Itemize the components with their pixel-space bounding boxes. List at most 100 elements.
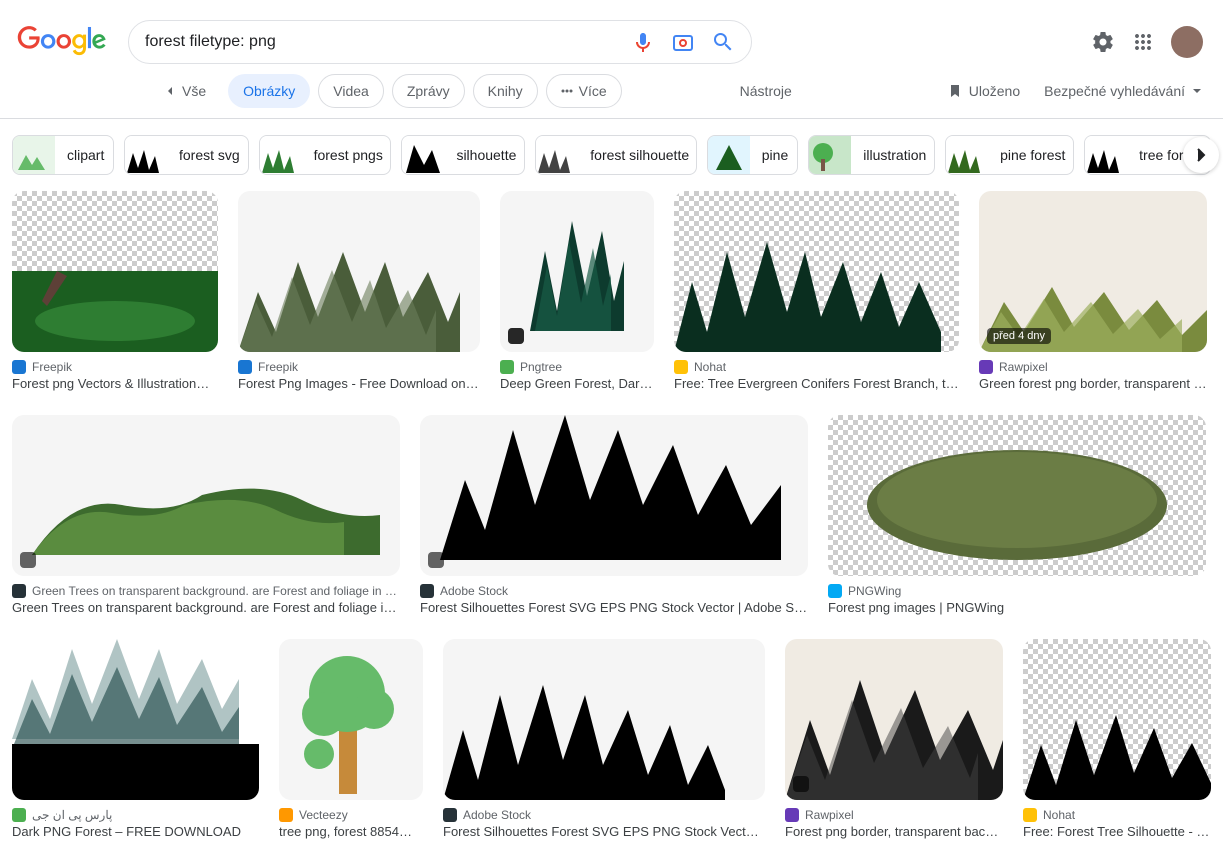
chip-label: forest pngs (302, 147, 392, 163)
result-item[interactable]: Rawpixel Forest png border, transparent … (785, 639, 1003, 839)
chip-thumb (809, 135, 851, 175)
nav-images-label: Obrázky (243, 83, 295, 99)
result-title: tree png, forest 8854… (279, 824, 423, 839)
chip-pine-forest[interactable]: pine forest (945, 135, 1074, 175)
nav-safesearch[interactable]: Bezpečné vyhledávání (1044, 83, 1203, 99)
nav-books-label: Knihy (488, 83, 523, 99)
chip-illustration[interactable]: illustration (808, 135, 935, 175)
chip-thumb (1085, 135, 1127, 175)
chip-label: illustration (851, 147, 935, 163)
result-item[interactable]: Vecteezy tree png, forest 8854… (279, 639, 423, 839)
result-source: پارس پی ان جی (12, 808, 259, 822)
more-dots-icon (561, 85, 573, 97)
nav-videos-label: Videa (333, 83, 369, 99)
result-item[interactable]: Green Trees on transparent background. a… (12, 415, 400, 615)
result-title: Dark PNG Forest – FREE DOWNLOAD (12, 824, 259, 839)
header-right (1091, 26, 1203, 58)
result-thumb[interactable] (12, 639, 259, 800)
result-item[interactable]: Freepik Forest png Vectors & Illustratio… (12, 191, 218, 391)
chips-scroll-right[interactable] (1183, 137, 1219, 173)
chip-forest-svg[interactable]: forest svg (124, 135, 249, 175)
source-label: Adobe Stock (463, 808, 531, 822)
chip-label: pine forest (988, 147, 1074, 163)
result-thumb[interactable] (674, 191, 959, 352)
chip-thumb (260, 135, 302, 175)
source-label: Green Trees on transparent background. a… (32, 584, 400, 598)
result-source: Vecteezy (279, 808, 423, 822)
nav-more[interactable]: Více (546, 74, 622, 108)
favicon (785, 808, 799, 822)
nav-tools[interactable]: Nástroje (740, 83, 792, 99)
result-thumb[interactable]: před 4 dny (979, 191, 1207, 352)
voice-search-icon[interactable] (631, 30, 655, 54)
chip-pine[interactable]: pine (707, 135, 798, 175)
favicon (443, 808, 457, 822)
chip-forest-pngs[interactable]: forest pngs (259, 135, 392, 175)
favicon (12, 360, 26, 374)
nav-news[interactable]: Zprávy (392, 74, 465, 108)
nav-all-label: Vše (182, 83, 206, 99)
result-item[interactable]: Pngtree Deep Green Forest, Dark… (500, 191, 654, 391)
nav-more-label: Více (579, 83, 607, 99)
result-title: Forest Silhouettes Forest SVG EPS PNG St… (443, 824, 765, 839)
nav-all[interactable]: Vše (150, 75, 220, 107)
chip-thumb (708, 135, 750, 175)
nav-images[interactable]: Obrázky (228, 74, 310, 108)
nav-news-label: Zprávy (407, 83, 450, 99)
result-row: Freepik Forest png Vectors & Illustratio… (12, 191, 1211, 391)
result-item[interactable]: Adobe Stock Forest Silhouettes Forest SV… (420, 415, 808, 615)
google-logo[interactable] (16, 26, 108, 59)
header (0, 0, 1223, 64)
nav-videos[interactable]: Videa (318, 74, 384, 108)
image-search-icon[interactable] (671, 30, 695, 54)
result-thumb[interactable] (12, 415, 400, 576)
result-title: Free: Tree Evergreen Conifers Forest Bra… (674, 376, 959, 391)
result-source: Nohat (1023, 808, 1211, 822)
result-thumb[interactable] (12, 191, 218, 352)
result-thumb[interactable] (828, 415, 1206, 576)
chip-forest-silhouette[interactable]: forest silhouette (535, 135, 696, 175)
result-title: Forest Png Images - Free Download on … (238, 376, 480, 391)
source-label: Pngtree (520, 360, 562, 374)
search-input[interactable] (145, 33, 631, 51)
bookmark-icon (947, 83, 963, 99)
search-bar[interactable] (128, 20, 752, 64)
chip-clipart[interactable]: clipart (12, 135, 114, 175)
result-item[interactable]: پارس پی ان جی Dark PNG Forest – FREE DOW… (12, 639, 259, 839)
source-label: Rawpixel (805, 808, 854, 822)
result-source: PNGWing (828, 584, 1206, 598)
chip-label: pine (750, 147, 798, 163)
product-badge-icon (20, 552, 36, 568)
result-item[interactable]: Nohat Free: Forest Tree Silhouette - … (1023, 639, 1211, 839)
nav-books[interactable]: Knihy (473, 74, 538, 108)
result-item[interactable]: PNGWing Forest png images | PNGWing (828, 415, 1206, 615)
chevron-down-icon (1191, 85, 1203, 97)
favicon (279, 808, 293, 822)
result-item[interactable]: Nohat Free: Tree Evergreen Conifers Fore… (674, 191, 959, 391)
nav-right: Uloženo Bezpečné vyhledávání (947, 83, 1203, 99)
search-icon[interactable] (711, 30, 735, 54)
result-item[interactable]: před 4 dny Rawpixel Green forest png bor… (979, 191, 1207, 391)
chip-silhouette[interactable]: silhouette (401, 135, 525, 175)
result-thumb[interactable] (279, 639, 423, 800)
result-thumb[interactable] (420, 415, 808, 576)
result-thumb[interactable] (238, 191, 480, 352)
result-source: Freepik (238, 360, 480, 374)
gear-icon[interactable] (1091, 30, 1115, 54)
result-item[interactable]: Adobe Stock Forest Silhouettes Forest SV… (443, 639, 765, 839)
result-item[interactable]: Freepik Forest Png Images - Free Downloa… (238, 191, 480, 391)
result-source: Nohat (674, 360, 959, 374)
source-label: Freepik (32, 360, 72, 374)
apps-grid-icon[interactable] (1131, 30, 1155, 54)
avatar[interactable] (1171, 26, 1203, 58)
result-title: Forest Silhouettes Forest SVG EPS PNG St… (420, 600, 808, 615)
result-thumb[interactable] (500, 191, 654, 352)
result-thumb[interactable] (1023, 639, 1211, 800)
nav-saved[interactable]: Uloženo (947, 83, 1020, 99)
product-badge-icon (451, 776, 467, 792)
time-badge: před 4 dny (987, 328, 1051, 344)
result-source: Pngtree (500, 360, 654, 374)
result-thumb[interactable] (785, 639, 1003, 800)
source-label: Vecteezy (299, 808, 348, 822)
result-thumb[interactable] (443, 639, 765, 800)
